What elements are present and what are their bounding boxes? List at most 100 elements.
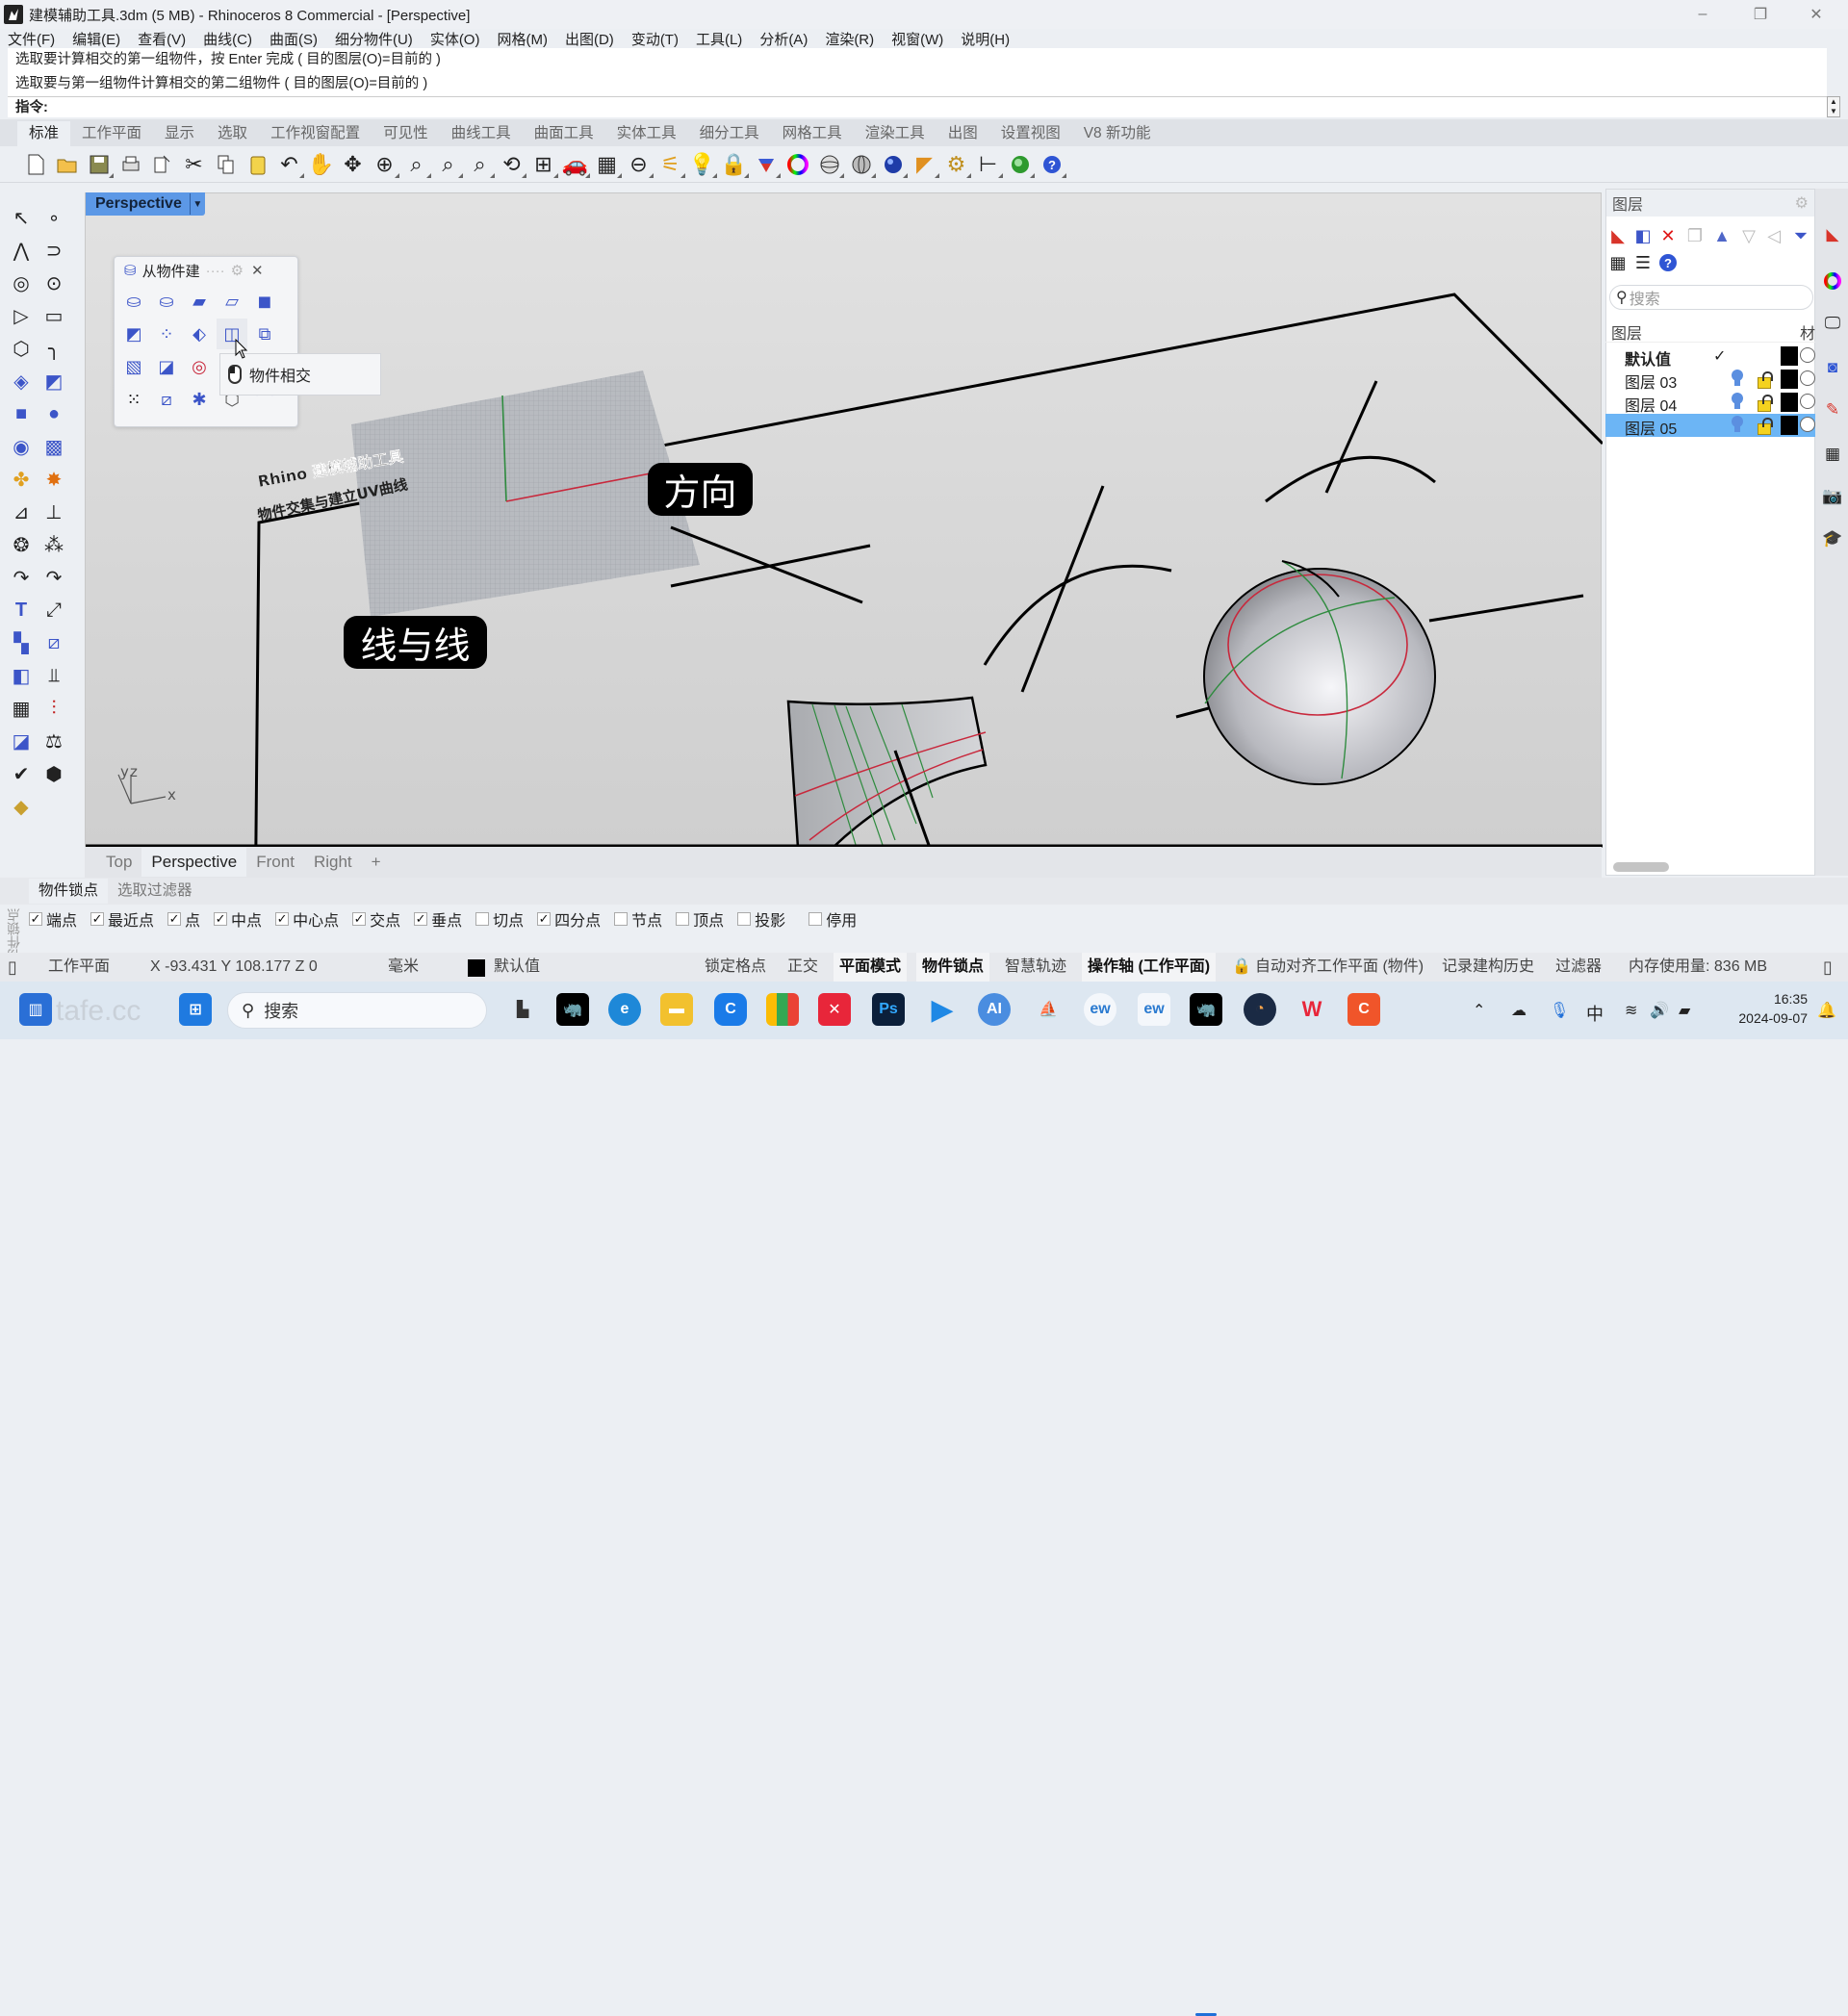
checkbox[interactable]: ✓: [90, 912, 105, 926]
group-icon[interactable]: ❂: [6, 529, 37, 560]
orient-icon[interactable]: ⧄: [38, 627, 69, 658]
osnap-project[interactable]: 投影: [737, 907, 785, 931]
widgets-icon[interactable]: ▥: [19, 993, 52, 1026]
checkbox[interactable]: [737, 912, 752, 926]
osnap-mid[interactable]: ✓ 中点: [214, 907, 262, 931]
layers-help-icon[interactable]: ?: [1656, 250, 1681, 275]
help-tab-icon[interactable]: ◙: [1823, 358, 1842, 377]
ring-surface-icon[interactable]: ⛀: [118, 286, 149, 317]
menu-render[interactable]: 渲染(R): [825, 29, 874, 49]
car-icon[interactable]: 🚗: [559, 149, 591, 180]
status-gumball[interactable]: 操作轴 (工作平面): [1082, 953, 1217, 982]
checkbox[interactable]: ✓: [414, 912, 428, 926]
clock-date[interactable]: 2024-09-07: [1721, 1010, 1808, 1026]
move-layer-up-icon[interactable]: ▲: [1709, 223, 1734, 248]
layer-material-icon[interactable]: [1800, 394, 1815, 409]
menu-edit[interactable]: 编辑(E): [72, 29, 120, 49]
layer-row-03[interactable]: 图层 03: [1605, 368, 1815, 392]
osnap-vertex[interactable]: 顶点: [676, 907, 724, 931]
osnap-perp[interactable]: ✓ 垂点: [414, 907, 462, 931]
tab-select[interactable]: 选取: [206, 121, 259, 146]
open-folder-icon[interactable]: [51, 149, 83, 180]
status-grid-snap[interactable]: 锁定格点: [705, 953, 766, 982]
wifi-icon[interactable]: ≋: [1625, 1001, 1637, 1020]
properties-icon[interactable]: ◤: [909, 149, 940, 180]
checkbox[interactable]: [676, 912, 690, 926]
half-ring-icon[interactable]: ⛀: [151, 286, 182, 317]
osnap-int[interactable]: ✓ 交点: [352, 907, 400, 931]
menu-drafting[interactable]: 出图(D): [565, 29, 614, 49]
ew-app-icon[interactable]: ew: [1084, 993, 1116, 1026]
view-tab-perspective[interactable]: Perspective: [141, 848, 247, 877]
tab-mesh-tools[interactable]: 网格工具: [771, 121, 854, 146]
layer-material-icon[interactable]: [1800, 370, 1815, 386]
tab-viewport-layout[interactable]: 工作视窗配置: [259, 121, 372, 146]
layer-color-swatch[interactable]: [1781, 416, 1798, 435]
tab-display[interactable]: 显示: [153, 121, 206, 146]
checkbox[interactable]: [475, 912, 490, 926]
minimize-button[interactable]: –: [1681, 0, 1725, 29]
filter-icon[interactable]: ⏷: [1788, 223, 1813, 248]
app-c-icon[interactable]: C: [714, 993, 747, 1026]
project-icon[interactable]: ⫫: [38, 660, 69, 691]
tab-set-view[interactable]: 设置视图: [989, 121, 1072, 146]
fillet-icon[interactable]: ↷: [6, 562, 37, 593]
osnap-quad[interactable]: ✓ 四分点: [537, 907, 601, 931]
app-dark-icon[interactable]: ◔: [1244, 993, 1276, 1026]
layer-horizontal-scrollbar[interactable]: [1613, 862, 1669, 872]
new-file-icon[interactable]: [19, 149, 51, 180]
check-icon[interactable]: ✔: [6, 758, 37, 789]
rectangle-icon[interactable]: ▭: [38, 300, 69, 331]
osnap-point[interactable]: ✓ 点: [167, 907, 200, 931]
tab-curve-tools[interactable]: 曲线工具: [440, 121, 523, 146]
view-tab-top[interactable]: Top: [96, 848, 141, 877]
tab-drafting[interactable]: 出图: [937, 121, 989, 146]
menu-analyze[interactable]: 分析(A): [759, 29, 808, 49]
tab-v8-new[interactable]: V8 新功能: [1072, 121, 1163, 146]
cylinder-icon[interactable]: ◉: [6, 431, 37, 462]
menu-tools[interactable]: 工具(L): [696, 29, 742, 49]
menu-surface[interactable]: 曲面(S): [270, 29, 318, 49]
selection-filter-tab[interactable]: 选取过滤器: [108, 879, 202, 904]
layer-col-name[interactable]: 图层: [1611, 320, 1642, 344]
fillet-curve-icon[interactable]: ╮: [38, 333, 69, 364]
extract-surface-icon[interactable]: ◩: [118, 319, 149, 349]
viewport-perspective[interactable]: Rhino 建模辅助工具 物件交集与建立UV曲线 y z x: [85, 192, 1603, 848]
color-tab-icon[interactable]: [1823, 271, 1842, 291]
section-icon[interactable]: ✱: [184, 384, 215, 415]
osnap-disable[interactable]: 停用: [808, 907, 857, 931]
box-icon[interactable]: ■: [6, 398, 37, 429]
gumball-icon[interactable]: ⚟: [654, 149, 686, 180]
viewport-title[interactable]: Perspective ▼: [86, 192, 205, 216]
status-panel-icon[interactable]: ▯: [1823, 953, 1833, 982]
list-view-icon[interactable]: ☰: [1630, 250, 1656, 275]
mesh-icon[interactable]: ▩: [38, 431, 69, 462]
checkbox[interactable]: ✓: [537, 912, 552, 926]
cube-icon[interactable]: ◼: [249, 286, 280, 317]
cplane-icon[interactable]: ⊖: [623, 149, 654, 180]
layer-row-05[interactable]: 图层 05: [1605, 414, 1815, 438]
tab-subd-tools[interactable]: 细分工具: [688, 121, 771, 146]
viewport-menu-dropdown[interactable]: ▼: [189, 193, 205, 215]
layer-unlocked-icon[interactable]: [1758, 371, 1773, 389]
menu-file[interactable]: 文件(F): [8, 29, 55, 49]
lock-icon[interactable]: 🔒: [718, 149, 750, 180]
layer-visible-bulb-icon[interactable]: [1731, 393, 1744, 410]
status-cplane[interactable]: 工作平面: [48, 953, 110, 982]
join-icon[interactable]: ✤: [6, 464, 37, 495]
photoshop-icon[interactable]: Ps: [872, 993, 905, 1026]
layer-icon[interactable]: [750, 149, 782, 180]
menu-curve[interactable]: 曲线(C): [203, 29, 252, 49]
rotate-view-icon[interactable]: ✥: [337, 149, 369, 180]
display-tab-icon[interactable]: 🖵: [1823, 314, 1842, 333]
learn-tab-icon[interactable]: 🎓: [1822, 529, 1842, 549]
stripes-icon[interactable]: ▧: [118, 351, 149, 382]
edge-icon[interactable]: e: [608, 993, 641, 1026]
new-layer-icon[interactable]: ◣: [1605, 223, 1630, 248]
status-filter[interactable]: 过滤器: [1555, 953, 1602, 982]
sphere-icon[interactable]: ●: [38, 398, 69, 429]
status-planar[interactable]: 平面模式: [834, 953, 908, 982]
microphone-icon[interactable]: 🎙: [1550, 1001, 1569, 1020]
close-button[interactable]: ✕: [1794, 0, 1838, 29]
move-icon[interactable]: ⤢: [38, 595, 69, 625]
